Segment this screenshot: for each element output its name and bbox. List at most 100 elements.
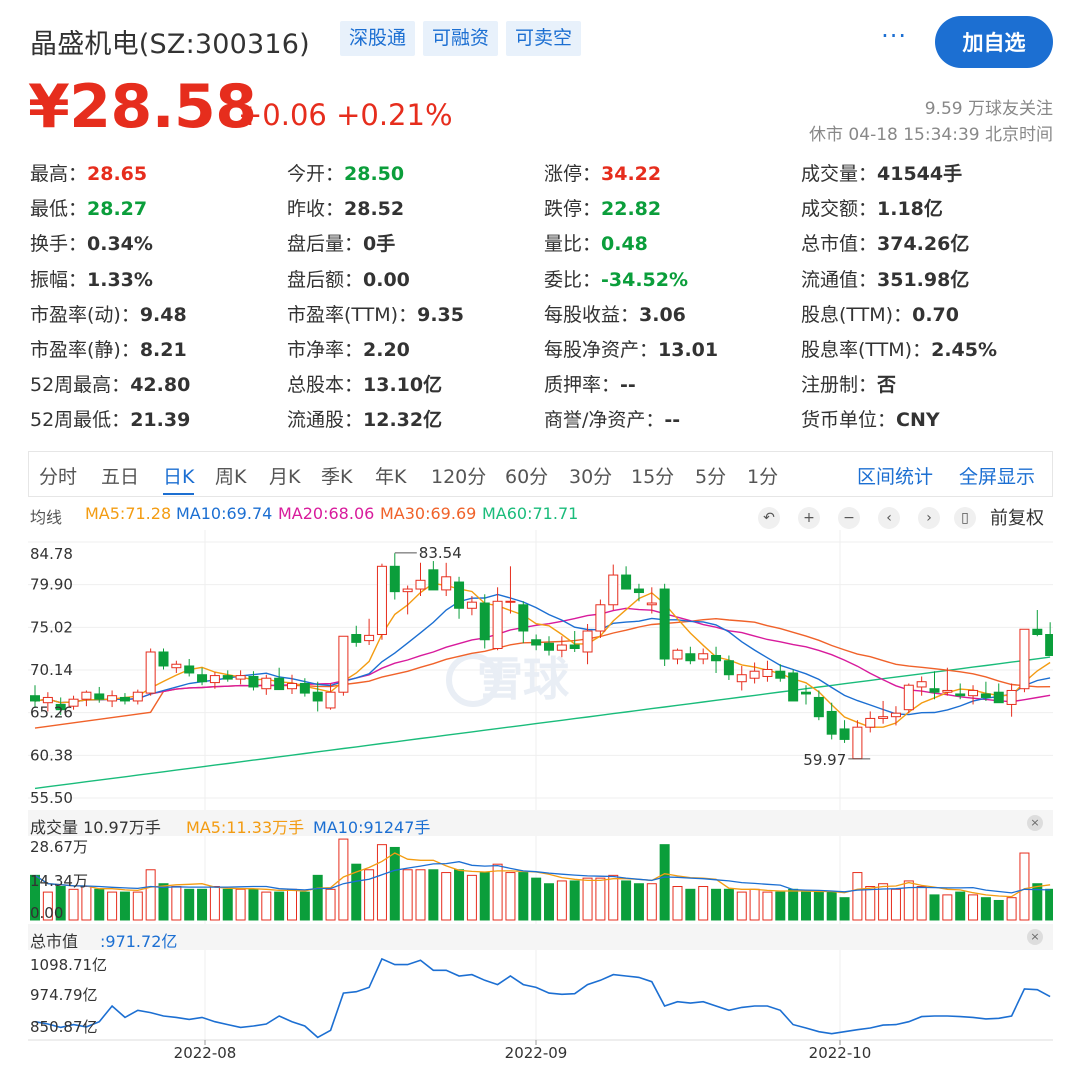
kline-svg[interactable]: 雪球83.5459.9784.7879.9075.0270.1465.2660.… <box>28 530 1053 1070</box>
volume-bar <box>197 888 208 921</box>
volume-bar <box>711 888 722 921</box>
stock-header: 晶盛机电(SZ:300316) 深股通 可融资 可卖空 ··· 加自选 <box>30 16 1053 70</box>
stat-label: 盘后量： <box>287 233 364 256</box>
undo-icon[interactable]: ↶ <box>758 507 780 529</box>
stat-label: 成交量： <box>801 163 878 186</box>
candle-body <box>762 668 773 677</box>
stat-item: 盘后额：0.00 <box>287 265 544 292</box>
volume-bar <box>749 888 760 921</box>
volume-bar <box>659 844 670 921</box>
volume-header: 成交量 10.97万手 MA5:11.33万手 MA10:91247手 × <box>28 810 1053 837</box>
period-tab[interactable]: 分时 <box>39 462 77 489</box>
candle-body <box>415 579 426 590</box>
volume-bar <box>171 886 182 921</box>
stat-item: 涨停：34.22 <box>544 159 801 186</box>
period-tab[interactable]: 五日 <box>101 462 139 489</box>
volume-bar <box>762 891 773 921</box>
period-tab[interactable]: 季K <box>321 462 352 489</box>
period-tab[interactable]: 60分 <box>505 462 548 489</box>
candle-body <box>544 642 554 651</box>
period-tab[interactable]: 120分 <box>431 462 486 489</box>
stat-label: 成交额： <box>801 198 878 221</box>
stat-label: 每股收益： <box>544 303 640 326</box>
period-tab[interactable]: 30分 <box>569 462 612 489</box>
more-icon[interactable]: ··· <box>881 22 907 50</box>
volume-bar <box>903 880 914 921</box>
zoom-in-icon[interactable]: + <box>798 507 820 529</box>
volume-bar <box>788 888 799 921</box>
period-tab[interactable]: 5分 <box>695 462 726 489</box>
candle-type-icon[interactable]: ▯ <box>954 507 976 529</box>
period-tab[interactable]: 月K <box>269 462 300 489</box>
candle-body <box>248 675 259 688</box>
volume-bar <box>890 888 901 921</box>
stat-label: 货币单位： <box>801 409 897 432</box>
volume-bar <box>633 883 644 921</box>
candle-body <box>711 654 722 662</box>
close-market-cap-icon[interactable]: × <box>1027 929 1043 945</box>
candle-body <box>659 588 670 660</box>
stat-label: 最高： <box>30 163 88 186</box>
tag-margin[interactable]: 可融资 <box>423 21 499 56</box>
stat-label: 质押率： <box>544 374 621 397</box>
volume-bar <box>775 891 786 921</box>
candle-body <box>839 728 850 740</box>
add-watchlist-button[interactable]: 加自选 <box>935 16 1053 68</box>
price-tick-label: 84.78 <box>30 545 73 563</box>
stat-item: 每股收益：3.06 <box>544 300 801 327</box>
close-volume-icon[interactable]: × <box>1027 815 1043 831</box>
candle-body <box>441 576 452 591</box>
stat-item: 最高：28.65 <box>30 159 287 186</box>
volume-label: 成交量 10.97万手 <box>30 818 161 837</box>
period-tab[interactable]: 15分 <box>631 462 674 489</box>
volume-bar <box>274 891 285 921</box>
volume-bar <box>582 877 593 921</box>
candle-body <box>556 644 567 651</box>
adjust-mode-select[interactable]: 前复权 <box>990 504 1044 530</box>
stat-item: 52周最高：42.80 <box>30 370 287 397</box>
candle-body <box>736 674 747 683</box>
price-tick-label: 55.50 <box>30 789 73 807</box>
next-icon[interactable]: › <box>918 507 940 529</box>
stats-row: 振幅：1.33% 盘后额：0.00 委比：-34.52% 流通值：351.98亿 <box>30 261 1060 296</box>
volume-bar <box>980 897 991 921</box>
tag-shenguotong[interactable]: 深股通 <box>340 21 416 56</box>
candle-body <box>351 634 362 643</box>
volume-bar <box>94 888 105 921</box>
candle-body <box>518 604 529 632</box>
volume-bar <box>415 869 426 921</box>
candle-body <box>197 674 208 683</box>
stat-value: 351.98亿 <box>877 268 970 291</box>
period-tab[interactable]: 1分 <box>747 462 778 489</box>
candle-body <box>42 696 53 704</box>
volume-bar <box>955 891 966 921</box>
prev-icon[interactable]: ‹ <box>878 507 900 529</box>
candle-body <box>184 665 195 674</box>
period-tab[interactable]: 日K <box>163 462 195 495</box>
stat-label: 盘后额： <box>287 268 364 291</box>
volume-bar <box>325 888 336 921</box>
range-stats-link[interactable]: 区间统计 <box>857 462 933 489</box>
fullscreen-link[interactable]: 全屏显示 <box>959 462 1035 489</box>
candle-body <box>402 588 413 593</box>
zoom-out-icon[interactable]: − <box>838 507 860 529</box>
followers-count: 9.59 万球友关注 <box>924 99 1053 119</box>
candle-body <box>158 651 169 667</box>
stat-value: 21.39 <box>130 409 191 432</box>
period-tab[interactable]: 周K <box>215 462 246 489</box>
candle-body <box>492 600 503 649</box>
volume-bar <box>813 891 824 921</box>
stat-label: 商誉/净资产： <box>544 409 665 432</box>
candle-body <box>1019 628 1030 690</box>
candle-body <box>633 588 644 594</box>
volume-bar <box>248 888 259 921</box>
candle-body <box>274 677 285 691</box>
stat-label: 市盈率(TTM)： <box>287 303 418 326</box>
volume-bar <box>492 863 503 921</box>
candle-body <box>685 653 696 662</box>
candle-body <box>364 634 375 642</box>
period-tab[interactable]: 年K <box>375 462 406 489</box>
tag-short[interactable]: 可卖空 <box>506 21 582 56</box>
stat-item: 流通值：351.98亿 <box>801 265 1058 292</box>
stat-item: 量比：0.48 <box>544 229 801 256</box>
